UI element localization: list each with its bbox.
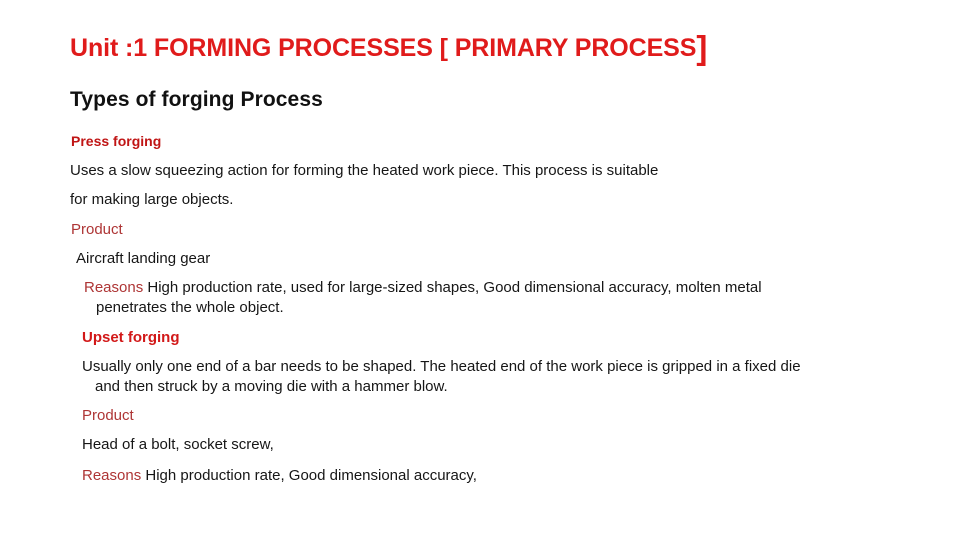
slide-canvas: Unit :1 FORMING PROCESSES [ PRIMARY PROC… (0, 0, 960, 540)
page-title-text: Unit :1 FORMING PROCESSES [ PRIMARY PROC… (70, 34, 697, 62)
press-forging-product-label: Product (71, 221, 123, 238)
upset-forging-description-line-2: and then struck by a moving die with a h… (95, 378, 448, 395)
press-forging-reasons-line-1: Reasons High production rate, used for l… (84, 279, 762, 297)
upset-forging-product-value: Head of a bolt, socket screw, (82, 436, 274, 453)
press-forging-description-line-2: for making large objects. (70, 191, 234, 208)
upset-forging-reasons-line: Reasons High production rate, Good dimen… (82, 467, 477, 485)
subheading-upset-forging: Upset forging (82, 329, 180, 346)
page-title: Unit :1 FORMING PROCESSES [ PRIMARY PROC… (70, 31, 910, 64)
press-forging-description-line-1: Uses a slow squeezing action for forming… (70, 162, 659, 179)
press-forging-product-value: Aircraft landing gear (76, 250, 211, 267)
upset-forging-product-label: Product (82, 407, 134, 424)
subheading-press-forging: Press forging (71, 133, 162, 149)
upset-forging-description-line-1: Usually only one end of a bar needs to b… (82, 358, 801, 375)
section-heading: Types of forging Process (70, 88, 323, 111)
press-forging-reasons-line-2: penetrates the whole object. (96, 299, 284, 316)
press-forging-reasons-label: Reasons (84, 279, 144, 296)
press-forging-reasons-text-1: High production rate, used for large-siz… (147, 279, 762, 296)
upset-forging-reasons-label: Reasons (82, 467, 142, 484)
title-closing-bracket-icon: ] (696, 29, 708, 66)
upset-forging-reasons-text: High production rate, Good dimensional a… (145, 467, 477, 484)
